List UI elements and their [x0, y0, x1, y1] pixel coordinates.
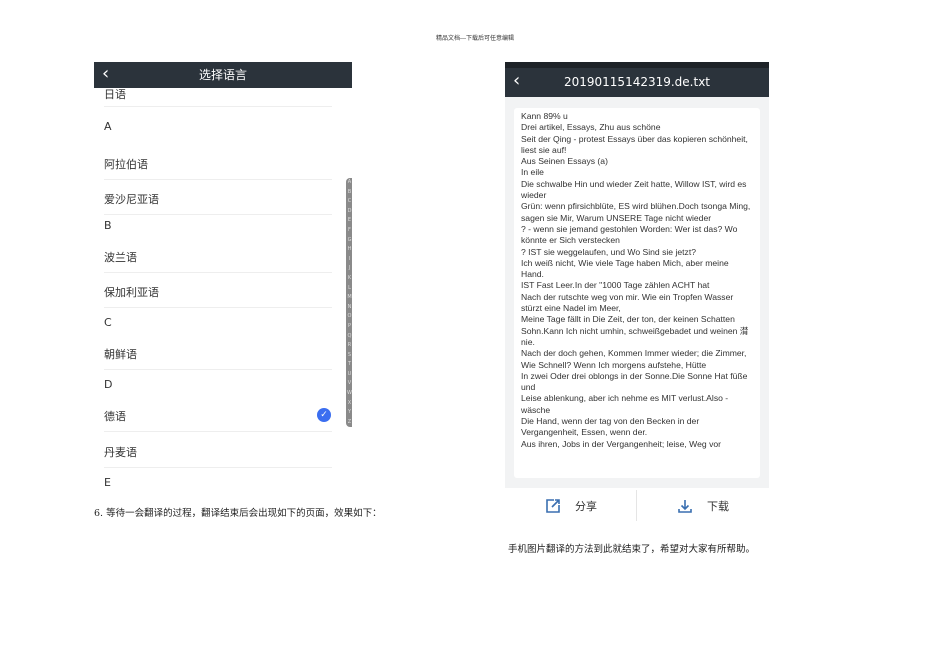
index-letter[interactable]: G	[346, 236, 352, 246]
section-letter: A	[104, 119, 112, 133]
document-header: 精品文档---下载后可任意编辑	[435, 35, 515, 42]
index-letter[interactable]: L	[346, 284, 352, 294]
index-letter[interactable]: N	[346, 303, 352, 313]
index-letter[interactable]: P	[346, 322, 352, 332]
index-letter[interactable]: J	[346, 264, 352, 274]
step-caption: 6. 等待一会翻译的过程，翻译结束后会出现如下的页面，效果如下：	[94, 508, 382, 519]
share-icon	[546, 498, 560, 513]
language-item[interactable]: 波兰语	[94, 238, 352, 273]
nav-bar: ‹ 选择语言	[94, 62, 352, 88]
download-label: 下载	[707, 499, 729, 513]
file-title: 20190115142319.de.txt	[563, 75, 711, 89]
language-item[interactable]: 丹麦语	[94, 433, 352, 468]
language-item[interactable]: 朝鲜语	[94, 335, 352, 370]
section-header: C	[94, 310, 352, 335]
index-letter[interactable]: M	[346, 293, 352, 303]
index-letter[interactable]: I	[346, 255, 352, 265]
language-item[interactable]: 保加利亚语	[94, 273, 352, 308]
share-label: 分享	[575, 499, 597, 513]
section-letter: E	[104, 475, 111, 489]
section-letter: B	[104, 218, 112, 232]
closing-caption: 手机图片翻译的方法到此就结束了，希望对大家有所帮助。	[508, 544, 756, 555]
index-letter[interactable]: W	[346, 389, 352, 399]
translated-text-card[interactable]: Kann 89% u Drei artikel, Essays, Zhu aus…	[514, 108, 760, 478]
index-letter[interactable]: O	[346, 312, 352, 322]
index-letter[interactable]: Z	[346, 418, 352, 428]
section-header: E	[94, 470, 352, 495]
alphabet-index-bar[interactable]: ABCDEFGHIJKLMNOPQRSTUVWXYZ	[346, 178, 352, 427]
section-header: B	[94, 213, 352, 238]
index-letter[interactable]: U	[346, 370, 352, 380]
index-letter[interactable]: X	[346, 399, 352, 409]
nav-bar: ‹ 20190115142319.de.txt	[505, 68, 769, 97]
index-letter[interactable]: F	[346, 226, 352, 236]
language-label: 波兰语	[104, 250, 137, 264]
index-letter[interactable]: Q	[346, 332, 352, 342]
index-letter[interactable]: V	[346, 379, 352, 389]
download-button[interactable]: 下载	[637, 488, 769, 523]
index-letter[interactable]: R	[346, 341, 352, 351]
language-item[interactable]: 爱沙尼亚语	[94, 180, 352, 215]
language-label: 日语	[104, 88, 126, 101]
index-letter[interactable]: H	[346, 245, 352, 255]
section-header: A	[94, 113, 352, 140]
language-label: 阿拉伯语	[104, 157, 148, 171]
selected-check-icon: ✓	[317, 407, 331, 422]
index-letter[interactable]: C	[346, 197, 352, 207]
index-letter[interactable]: E	[346, 216, 352, 226]
language-label: 丹麦语	[104, 445, 137, 459]
language-label: 保加利亚语	[104, 285, 159, 299]
section-letter: C	[104, 315, 112, 329]
index-letter[interactable]: Y	[346, 408, 352, 418]
index-letter[interactable]: D	[346, 207, 352, 217]
index-letter[interactable]: A	[346, 178, 352, 188]
language-item[interactable]: 阿拉伯语	[94, 145, 352, 180]
bottom-action-bar: 分享 下载	[505, 488, 769, 523]
language-item[interactable]: 德语 ✓	[94, 397, 352, 432]
translation-result-screenshot: ‹ 20190115142319.de.txt Kann 89% u Drei …	[505, 62, 769, 523]
language-label: 德语	[104, 409, 126, 423]
language-select-screenshot: 日语 A 阿拉伯语爱沙尼亚语 B 波兰语保加利亚语 C 朝鲜语 D 德语 ✓ 丹麦语 E ‹ 选择语言…	[94, 62, 352, 495]
language-label: 朝鲜语	[104, 347, 137, 361]
language-label: 爱沙尼亚语	[104, 192, 159, 206]
section-letter: D	[104, 377, 113, 391]
index-letter[interactable]: K	[346, 274, 352, 284]
translated-text: Kann 89% u Drei artikel, Essays, Zhu aus…	[521, 111, 751, 449]
download-icon	[678, 499, 692, 513]
share-button[interactable]: 分享	[505, 488, 637, 523]
back-icon[interactable]: ‹	[513, 70, 520, 91]
back-icon[interactable]: ‹	[102, 63, 109, 84]
section-header: D	[94, 372, 352, 397]
index-letter[interactable]: T	[346, 360, 352, 370]
index-letter[interactable]: S	[346, 351, 352, 361]
screen-title: 选择语言	[198, 68, 247, 82]
index-letter[interactable]: B	[346, 188, 352, 198]
